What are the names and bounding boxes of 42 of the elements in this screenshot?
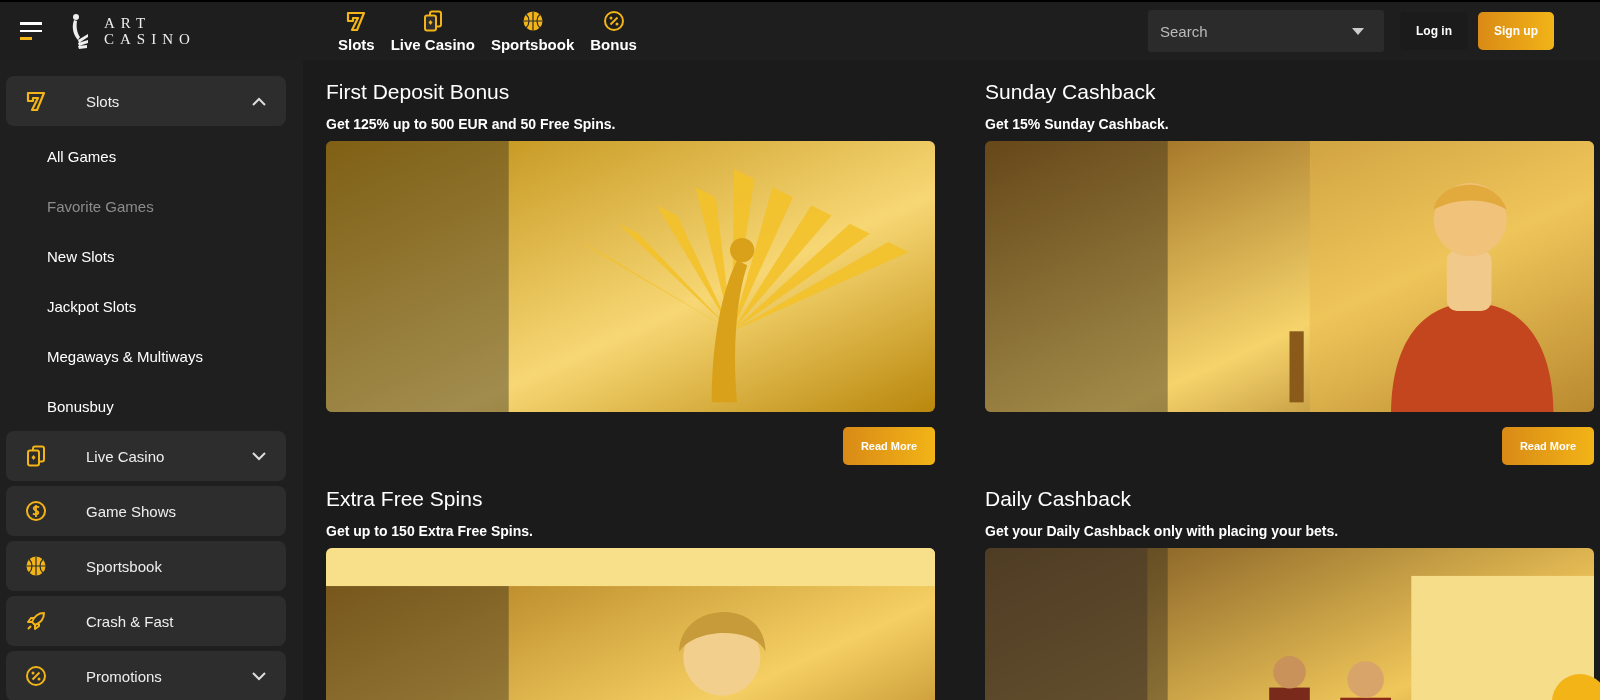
chevron-up-icon (252, 96, 266, 106)
rocket-icon (25, 610, 47, 632)
percent-icon (602, 9, 625, 32)
sidebar-item[interactable]: Live Casino (6, 431, 286, 481)
submenu-item[interactable]: New Slots (47, 247, 115, 265)
menu-icon[interactable] (20, 22, 42, 40)
submenu-item[interactable]: Bonusbuy (47, 397, 114, 415)
promo-title: Daily Cashback (985, 487, 1132, 511)
search-field[interactable]: Search (1148, 10, 1384, 52)
sidebar-item[interactable]: Slots (6, 76, 286, 126)
basketball-icon (521, 9, 544, 32)
logo-text: CASINO (104, 31, 196, 47)
promo-description: Get your Daily Cashback only with placing your bets. (985, 523, 1340, 539)
submenu-item[interactable]: All Games (47, 147, 117, 165)
nav-tab[interactable]: Live Casino (382, 9, 483, 53)
promo-description: Get up to 150 Extra Free Spins. (326, 523, 534, 539)
promo-title: First Deposit Bonus (326, 80, 511, 104)
promo-title: Sunday Cashback (985, 80, 1157, 104)
sidebar-item[interactable]: Promotions (6, 651, 286, 700)
promo-description: Get 15% Sunday Cashback. (985, 116, 1170, 132)
dollar-coin-icon (25, 500, 47, 522)
submenu-item[interactable]: Jackpot Slots (47, 297, 137, 315)
nav-tab[interactable]: Sportsbook (482, 9, 583, 53)
sidebar-item[interactable]: Crash & Fast (6, 596, 286, 646)
nav-tab[interactable]: Bonus (582, 9, 645, 53)
basketball-icon (25, 555, 47, 577)
seven-icon (25, 90, 47, 112)
log-in-button[interactable]: Log in (1400, 12, 1468, 50)
chevron-down-icon (252, 671, 266, 681)
chevron-down-icon (252, 451, 266, 461)
sidebar-item[interactable]: Sportsbook (6, 541, 286, 591)
cards-icon (422, 9, 443, 32)
nav-tab[interactable]: Slots (330, 9, 383, 53)
seven-icon (345, 9, 368, 32)
sidebar-item[interactable]: Game Shows (6, 486, 286, 536)
percent-icon (25, 665, 47, 687)
submenu-item[interactable]: Megaways & Multiways (47, 347, 203, 365)
promo-description: Get 125% up to 500 EUR and 50 Free Spins. (326, 116, 617, 132)
caret-down-icon (1352, 28, 1364, 35)
logo-text: ART (104, 15, 153, 31)
cards-icon (26, 445, 46, 467)
promo-title: Extra Free Spins (326, 487, 484, 511)
